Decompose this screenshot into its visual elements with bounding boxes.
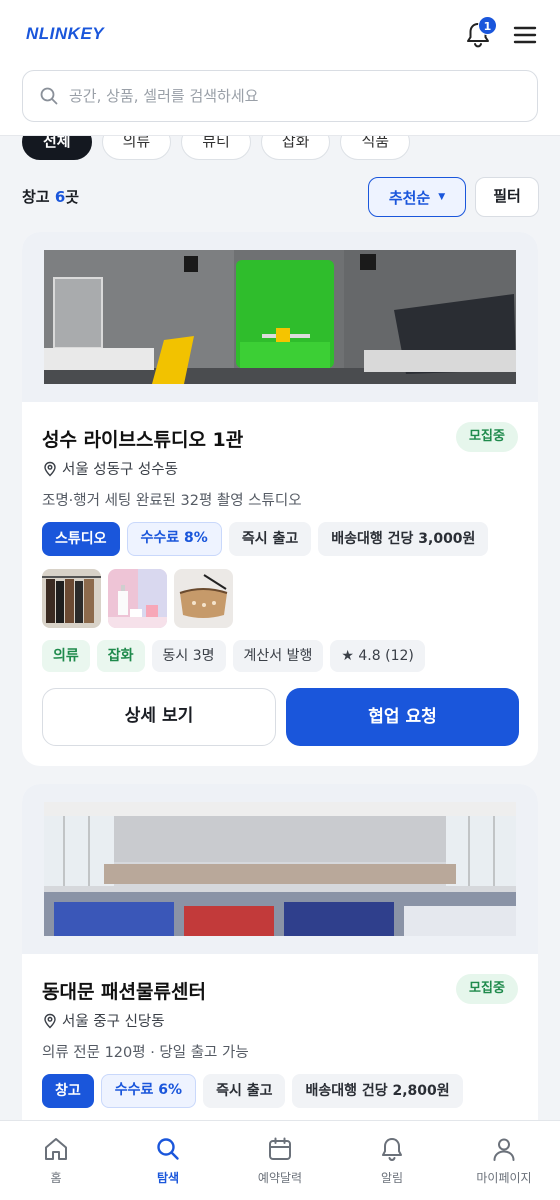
thumbnail-cosmetics[interactable] <box>108 569 167 628</box>
meta-rating: ★ 4.8 (12) <box>330 640 425 672</box>
meta-category-clothing: 의류 <box>42 640 90 672</box>
meta-invoice: 계산서 발행 <box>232 640 324 672</box>
tag-type: 창고 <box>42 1074 94 1108</box>
card-media <box>22 784 538 954</box>
tag-instant-shipping: 즉시 출고 <box>203 1074 286 1108</box>
user-icon <box>493 1138 515 1161</box>
nav-item-mypage[interactable]: 마이페이지 <box>448 1121 560 1200</box>
view-detail-button[interactable]: 상세 보기 <box>42 688 276 746</box>
warehouse-photo <box>44 802 516 936</box>
tag-delivery-fee: 배송대행 건당 2,800원 <box>292 1074 463 1108</box>
nav-label-mypage: 마이페이지 <box>476 1171 532 1185</box>
bell-icon <box>382 1138 402 1162</box>
card-tags: 창고 수수료 6% 즉시 출고 배송대행 건당 2,800원 <box>42 1074 463 1108</box>
status-badge: 모집중 <box>456 974 518 1004</box>
thumbnail-clothing-rack[interactable] <box>42 569 101 628</box>
location-pin-icon <box>44 461 56 476</box>
card-description: 의류 전문 120평 · 당일 출고 가능 <box>42 1045 249 1061</box>
nav-label-explore: 탐색 <box>156 1171 180 1185</box>
search-input[interactable] <box>69 71 519 120</box>
result-count-prefix: 창고 <box>22 188 55 206</box>
card-location: 서울 중구 신당동 <box>42 1010 165 1031</box>
caret-down-icon: ▼ <box>438 192 446 202</box>
nav-item-notifications[interactable]: 알림 <box>336 1121 448 1200</box>
tag-delivery-fee: 배송대행 건당 3,000원 <box>318 522 489 556</box>
sort-label: 추천순 <box>388 188 431 207</box>
nav-item-explore[interactable]: 탐색 <box>112 1121 224 1200</box>
hamburger-menu-icon[interactable] <box>512 24 538 46</box>
card-meta: 의류 잡화 동시 3명 계산서 발행 ★ 4.8 (12) <box>42 640 425 672</box>
nav-label-notifications: 알림 <box>380 1171 404 1185</box>
result-count: 창고 6곳 <box>22 186 79 207</box>
meta-concurrent: 동시 3명 <box>151 640 226 672</box>
product-thumbnails <box>42 569 233 628</box>
listing-card[interactable]: 성수 라이브스튜디오 1관 모집중 서울 성동구 성수동 조명·행거 세팅 완료… <box>22 232 538 766</box>
tag-type: 스튜디오 <box>42 522 120 556</box>
nav-item-calendar[interactable]: 예약달력 <box>224 1121 336 1200</box>
studio-photo <box>44 250 516 384</box>
location-pin-icon <box>44 1013 56 1028</box>
tag-commission: 수수료 6% <box>100 1074 197 1108</box>
collab-request-button[interactable]: 협업 요청 <box>286 688 519 746</box>
meta-category-goods: 잡화 <box>96 640 145 672</box>
card-location: 서울 성동구 성수동 <box>42 458 178 479</box>
result-count-number: 6 <box>54 188 66 206</box>
nav-item-home[interactable]: 홈 <box>0 1121 112 1200</box>
app-logo[interactable]: NLINKEY <box>26 24 104 44</box>
tag-commission: 수수료 8% <box>126 522 222 556</box>
card-tags: 스튜디오 수수료 8% 즉시 출고 배송대행 건당 3,000원 <box>42 522 489 556</box>
search-bar <box>22 70 538 122</box>
thumbnail-pouch[interactable] <box>174 569 233 628</box>
search-icon <box>40 87 58 105</box>
card-title[interactable]: 성수 라이브스튜디오 1관 <box>42 425 243 452</box>
tag-instant-shipping: 즉시 출고 <box>228 522 312 556</box>
calendar-icon <box>269 1137 291 1160</box>
card-title[interactable]: 동대문 패션물류센터 <box>42 977 206 1004</box>
notification-count-badge: 1 <box>478 16 497 35</box>
nav-label-home: 홈 <box>50 1171 62 1185</box>
nav-label-calendar: 예약달력 <box>257 1171 303 1185</box>
app-header: NLINKEY 1 <box>0 0 560 136</box>
listing-card[interactable]: 동대문 패션물류센터 모집중 서울 중구 신당동 의류 전문 120평 · 당일… <box>22 784 538 1164</box>
location-text: 서울 성동구 성수동 <box>62 462 178 478</box>
search-icon <box>157 1138 179 1160</box>
location-text: 서울 중구 신당동 <box>62 1014 165 1030</box>
bottom-navigation: 홈 탐색 예약달력 알림 마이페이지 <box>0 1120 560 1200</box>
sort-dropdown[interactable]: 추천순 ▼ <box>368 177 466 217</box>
result-count-suffix: 곳 <box>65 188 80 206</box>
card-media <box>22 232 538 402</box>
home-icon <box>45 1138 67 1160</box>
card-description: 조명·행거 세팅 완료된 32평 촬영 스튜디오 <box>42 493 302 509</box>
filter-button[interactable]: 필터 <box>475 177 539 217</box>
status-badge: 모집중 <box>456 422 518 452</box>
